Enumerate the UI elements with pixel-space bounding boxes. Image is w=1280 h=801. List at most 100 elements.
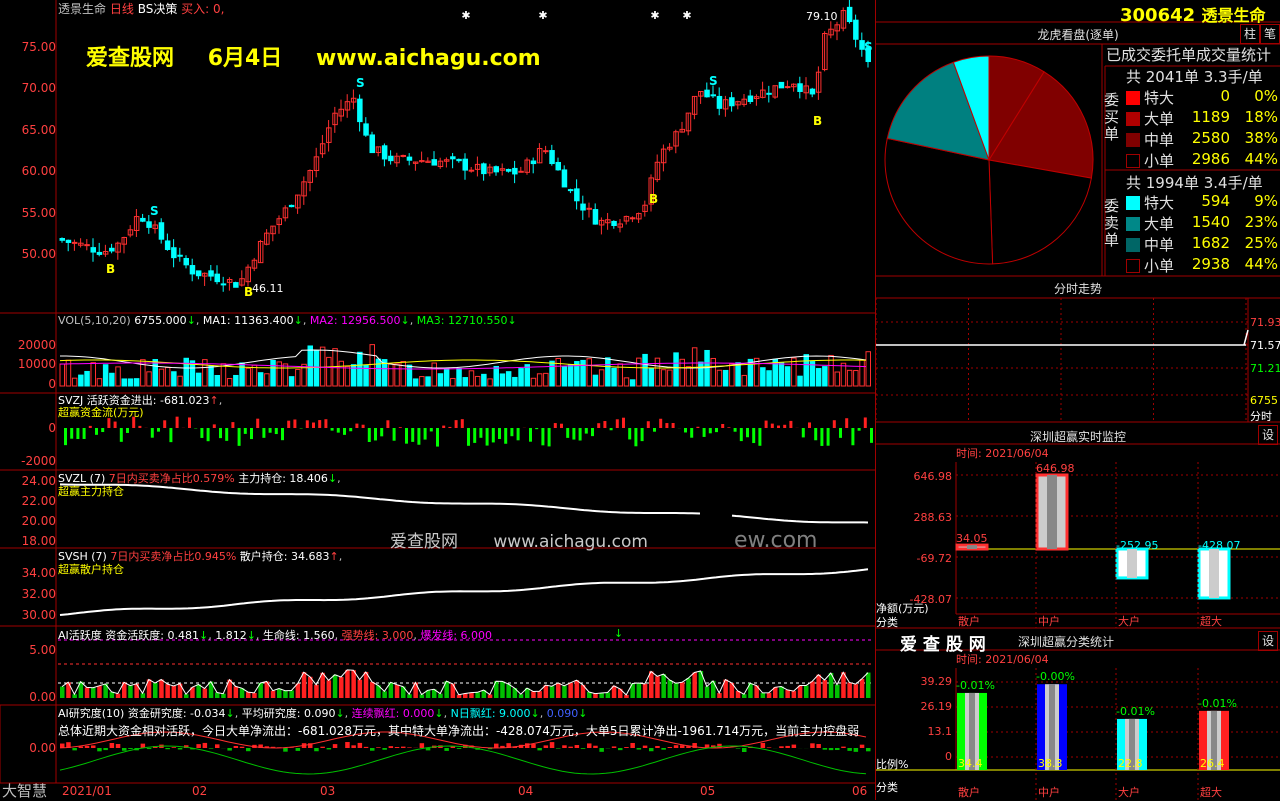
fund-flow-bar (820, 428, 823, 446)
main-y-tick: 75.00 (0, 40, 56, 54)
candlestick (469, 170, 474, 171)
monitor-time: 时间: 2021/06/04 (956, 445, 1049, 461)
activity-bar (519, 694, 524, 698)
volume-bar (110, 373, 115, 386)
research-bar (314, 748, 319, 751)
fund-flow-bar (665, 423, 668, 428)
candlestick (432, 160, 437, 165)
activity-bar (835, 685, 840, 698)
lhb-buy-total: 共 2041单 3.3手/单 (1126, 66, 1263, 87)
activity-bar (457, 695, 462, 698)
monitor-category-label: 超大 (1200, 613, 1222, 629)
monitor-bar-value: 646.98 (1036, 462, 1075, 475)
classify-settings-button[interactable]: 设 (1258, 631, 1278, 651)
fund-flow-bar (653, 428, 656, 432)
research-bar (810, 743, 815, 748)
candlestick (519, 171, 524, 172)
fund-flow-bar (641, 428, 644, 441)
activity-bar (816, 675, 821, 698)
svzl-y-tick: 18.00 (0, 534, 56, 548)
volume-bar (674, 353, 679, 386)
fund-flow-bar (740, 428, 743, 441)
ai-research-extra: 0.090 (547, 707, 579, 720)
fund-flow-bar (318, 420, 321, 428)
ai-lifeline: 生命线: 1.560 (263, 629, 335, 642)
lhb-buy-row: 特大 0 0% (1122, 87, 1280, 107)
activity-bar (370, 682, 375, 698)
classify-category-label: 超大 (1200, 784, 1222, 800)
volume-bar (134, 379, 139, 386)
fund-flow-bar (858, 428, 861, 431)
activity-bar (451, 684, 456, 698)
fund-flow-bar (752, 428, 755, 443)
tab-tick[interactable]: 笔 (1260, 24, 1280, 44)
watermark-ghost: ew.com (734, 528, 818, 553)
research-bar (389, 746, 394, 748)
lhb-sell-row: 小单 2938 44% (1122, 255, 1280, 275)
lhb-buy-row: 小单 2986 44% (1122, 150, 1280, 170)
fund-flow-bar (771, 424, 774, 428)
research-bar (457, 748, 462, 749)
volume-bar (172, 372, 177, 386)
lhb-buy-pct: 38% (1245, 129, 1278, 147)
classify-time: 时间: 2021/06/04 (956, 651, 1049, 667)
fund-flow-bar (864, 417, 867, 428)
candlestick (506, 169, 511, 171)
classify-value: 38.3 (1038, 757, 1063, 770)
volume-bar (227, 379, 232, 386)
volume-bar (649, 369, 654, 386)
lhb-title: 龙虎看盘(逐单) (876, 26, 1280, 43)
vol-ma1: MA1: 11363.400 (203, 314, 294, 327)
classify-y-tick: 26.19 (878, 700, 952, 713)
fund-flow-bar (424, 428, 427, 440)
lhb-buy-count: 1189 (1192, 108, 1230, 126)
fund-flow-bar (802, 428, 805, 437)
fund-flow-bar (225, 428, 228, 441)
fund-flow-bar (374, 428, 377, 440)
watermark-mid-site: 爱查股网 (390, 532, 458, 552)
activity-bar (153, 683, 158, 698)
volume-bar (240, 363, 245, 386)
fund-flow-bar (827, 428, 830, 446)
candlestick (457, 159, 462, 160)
volume-bar (116, 367, 121, 386)
activity-bar (339, 677, 344, 698)
research-bar (72, 748, 77, 750)
fund-flow-bar (517, 428, 520, 440)
monitor-y-tick: 288.63 (878, 511, 952, 524)
fund-flow-bar (579, 428, 582, 441)
research-bar (227, 748, 232, 751)
monitor-settings-button[interactable]: 设 (1258, 425, 1278, 445)
vol-ma1-line (60, 350, 866, 368)
down-arrow: ↓ (401, 314, 410, 327)
volume-bar (308, 346, 313, 386)
fund-flow-bar (783, 425, 786, 428)
activity-bar (277, 689, 282, 698)
activity-bar (351, 670, 356, 698)
classify-y-tick: 39.29 (878, 675, 952, 688)
volume-bar (283, 364, 288, 386)
fund-flow-bar (560, 424, 563, 428)
candlestick (370, 135, 375, 153)
fund-flow-bar (777, 426, 780, 428)
fund-flow-bar (219, 428, 222, 438)
fund-flow-bar (703, 428, 706, 437)
volume-bar (413, 379, 418, 386)
activity-bar (866, 673, 871, 698)
candlestick (196, 271, 201, 276)
chart-area[interactable]: ✱✱✱✱↓ 透景生命 日线 BS决策 买入: 0, 爱查股网 6月4日 www.… (0, 0, 876, 800)
volume-bar (265, 374, 270, 386)
research-bar (110, 743, 115, 748)
lhb-buy-row: 大单 1189 18% (1122, 108, 1280, 128)
fund-flow-bar (554, 423, 557, 428)
tab-bar[interactable]: 柱 (1240, 24, 1260, 44)
candlestick (810, 89, 815, 94)
volume-bar (860, 360, 865, 386)
fund-flow-bar (114, 422, 117, 428)
monitor-category-label: 散户 (958, 613, 980, 629)
main-y-tick: 50.00 (0, 247, 56, 261)
ai-research-value: 资金研究度: -0.034 (128, 707, 226, 720)
main-y-tick: 60.00 (0, 164, 56, 178)
research-bar (401, 747, 406, 748)
fund-flow-bar (535, 428, 538, 429)
